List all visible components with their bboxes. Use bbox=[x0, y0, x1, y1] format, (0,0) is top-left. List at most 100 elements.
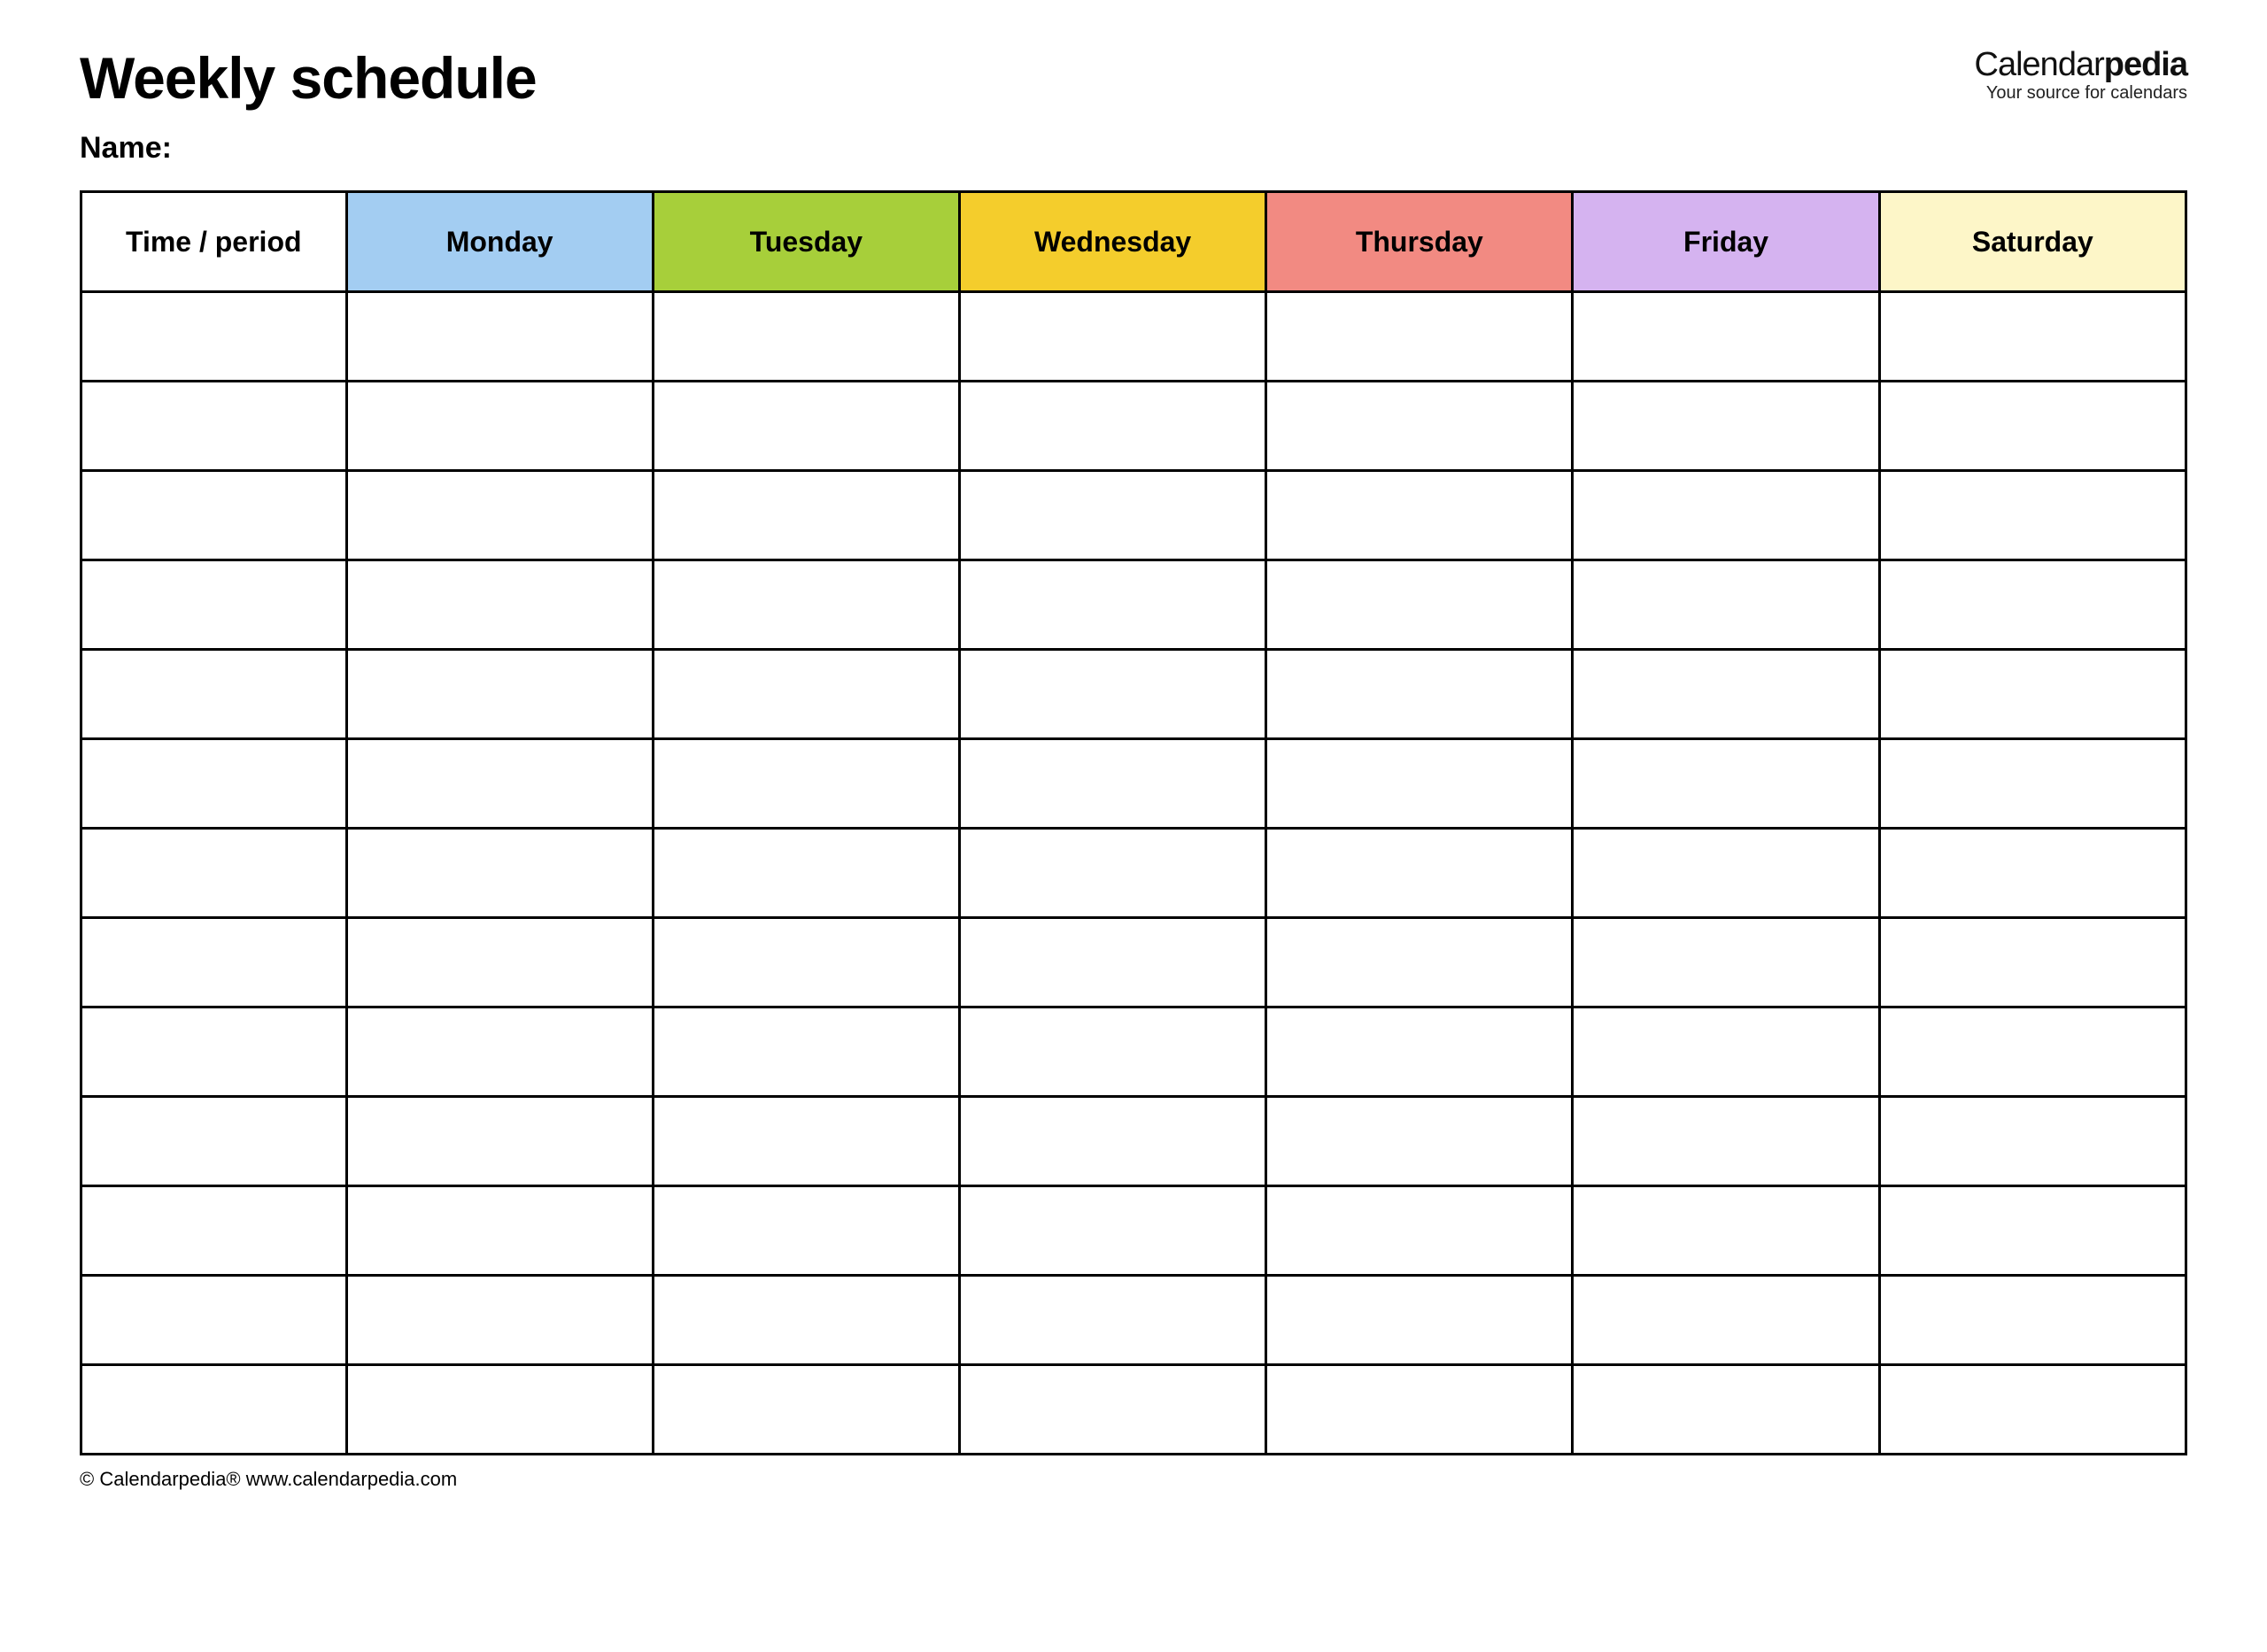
schedule-cell bbox=[959, 650, 1265, 739]
schedule-cell bbox=[1879, 739, 2186, 829]
schedule-cell bbox=[346, 739, 653, 829]
schedule-cell bbox=[959, 1007, 1265, 1097]
schedule-cell bbox=[653, 829, 959, 918]
time-cell bbox=[81, 1186, 347, 1276]
col-header-thursday: Thursday bbox=[1266, 192, 1573, 292]
brand-tagline: Your source for calendars bbox=[1975, 83, 2187, 104]
schedule-cell bbox=[1266, 1276, 1573, 1365]
schedule-cell bbox=[959, 1365, 1265, 1455]
col-header-tuesday: Tuesday bbox=[653, 192, 959, 292]
schedule-cell bbox=[1266, 1186, 1573, 1276]
schedule-cell bbox=[1573, 1276, 1879, 1365]
schedule-cell bbox=[1879, 1097, 2186, 1186]
schedule-cell bbox=[653, 918, 959, 1007]
schedule-cell bbox=[346, 829, 653, 918]
time-cell bbox=[81, 471, 347, 560]
schedule-cell bbox=[959, 560, 1265, 650]
schedule-cell bbox=[1879, 292, 2186, 382]
table-row bbox=[81, 918, 2186, 1007]
schedule-cell bbox=[346, 382, 653, 471]
col-header-time: Time / period bbox=[81, 192, 347, 292]
schedule-cell bbox=[1879, 918, 2186, 1007]
table-row bbox=[81, 471, 2186, 560]
schedule-cell bbox=[959, 382, 1265, 471]
schedule-cell bbox=[346, 1007, 653, 1097]
schedule-cell bbox=[959, 1276, 1265, 1365]
time-cell bbox=[81, 1007, 347, 1097]
schedule-cell bbox=[653, 382, 959, 471]
schedule-cell bbox=[653, 1365, 959, 1455]
schedule-cell bbox=[1573, 1365, 1879, 1455]
schedule-cell bbox=[1573, 1007, 1879, 1097]
schedule-cell bbox=[1879, 382, 2186, 471]
schedule-cell bbox=[1573, 382, 1879, 471]
name-label: Name: bbox=[80, 131, 2187, 166]
schedule-cell bbox=[1266, 1365, 1573, 1455]
schedule-cell bbox=[959, 1186, 1265, 1276]
schedule-cell bbox=[346, 1365, 653, 1455]
schedule-cell bbox=[653, 560, 959, 650]
schedule-cell bbox=[653, 1276, 959, 1365]
brand-block: Calendarpedia Your source for calendars bbox=[1975, 48, 2187, 104]
brand-name-bold: pedia bbox=[2104, 46, 2187, 83]
schedule-cell bbox=[1879, 1365, 2186, 1455]
page-title: Weekly schedule bbox=[80, 44, 537, 112]
table-row bbox=[81, 1365, 2186, 1455]
table-row bbox=[81, 650, 2186, 739]
schedule-cell bbox=[346, 1276, 653, 1365]
schedule-cell bbox=[959, 292, 1265, 382]
schedule-cell bbox=[1266, 918, 1573, 1007]
schedule-cell bbox=[346, 292, 653, 382]
schedule-table: Time / period Monday Tuesday Wednesday T… bbox=[80, 190, 2187, 1455]
time-cell bbox=[81, 1097, 347, 1186]
brand-name: Calendarpedia bbox=[1975, 48, 2187, 81]
schedule-cell bbox=[1573, 1186, 1879, 1276]
schedule-cell bbox=[1266, 382, 1573, 471]
schedule-cell bbox=[653, 739, 959, 829]
table-row bbox=[81, 560, 2186, 650]
schedule-cell bbox=[1266, 1007, 1573, 1097]
footer-copyright: © Calendarpedia® www.calendarpedia.com bbox=[80, 1468, 2187, 1491]
time-cell bbox=[81, 739, 347, 829]
schedule-cell bbox=[959, 739, 1265, 829]
schedule-cell bbox=[346, 918, 653, 1007]
col-header-saturday: Saturday bbox=[1879, 192, 2186, 292]
schedule-cell bbox=[1573, 1097, 1879, 1186]
table-row bbox=[81, 292, 2186, 382]
table-row bbox=[81, 1186, 2186, 1276]
schedule-cell bbox=[1879, 829, 2186, 918]
table-row bbox=[81, 829, 2186, 918]
schedule-cell bbox=[1879, 1276, 2186, 1365]
schedule-cell bbox=[1266, 292, 1573, 382]
schedule-cell bbox=[1266, 829, 1573, 918]
time-cell bbox=[81, 829, 347, 918]
schedule-cell bbox=[959, 1097, 1265, 1186]
schedule-body bbox=[81, 292, 2186, 1455]
schedule-cell bbox=[1573, 829, 1879, 918]
schedule-cell bbox=[346, 1097, 653, 1186]
schedule-cell bbox=[959, 829, 1265, 918]
table-row bbox=[81, 382, 2186, 471]
schedule-cell bbox=[346, 650, 653, 739]
schedule-cell bbox=[959, 471, 1265, 560]
schedule-cell bbox=[346, 1186, 653, 1276]
schedule-cell bbox=[1573, 918, 1879, 1007]
col-header-wednesday: Wednesday bbox=[959, 192, 1265, 292]
time-cell bbox=[81, 292, 347, 382]
schedule-cell bbox=[1266, 560, 1573, 650]
schedule-cell bbox=[1879, 1007, 2186, 1097]
time-cell bbox=[81, 1365, 347, 1455]
schedule-cell bbox=[1879, 650, 2186, 739]
schedule-cell bbox=[1573, 650, 1879, 739]
schedule-cell bbox=[1879, 560, 2186, 650]
schedule-cell bbox=[1879, 471, 2186, 560]
schedule-cell bbox=[653, 650, 959, 739]
table-row bbox=[81, 1097, 2186, 1186]
schedule-cell bbox=[653, 292, 959, 382]
table-row bbox=[81, 739, 2186, 829]
schedule-cell bbox=[1266, 650, 1573, 739]
schedule-cell bbox=[1573, 292, 1879, 382]
schedule-cell bbox=[1573, 560, 1879, 650]
schedule-cell bbox=[653, 1186, 959, 1276]
schedule-cell bbox=[346, 560, 653, 650]
